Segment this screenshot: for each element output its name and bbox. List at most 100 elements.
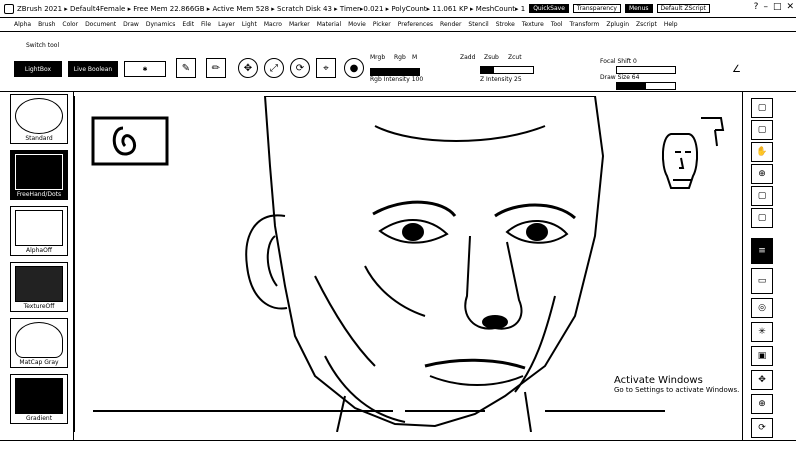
zcut-button[interactable]: Zcut [508,54,522,61]
menu-item[interactable]: Stroke [496,21,515,28]
spotlight-button[interactable]: ✱ [124,61,166,77]
z-intensity-fill [481,67,494,73]
menu-item[interactable]: Render [440,21,461,28]
shelf-item-label: FreeHand/Dots [16,191,62,198]
draw-size-label: Draw Size 64 [600,74,640,81]
aahalf-icon[interactable]: ▢ [751,208,773,228]
persp-icon[interactable]: ≡ [751,238,773,264]
menu-item[interactable]: Material [317,21,341,28]
menu-item[interactable]: Picker [373,21,391,28]
zadd-button[interactable]: Zadd [460,54,475,61]
help-icon[interactable]: ? [754,2,759,12]
rotate-icon[interactable]: ⟳ [751,418,773,438]
menu-item[interactable]: File [201,21,211,28]
activate-windows-watermark: Activate Windows Go to Settings to activ… [614,375,754,394]
menu-item[interactable]: Transform [569,21,599,28]
minimize-icon[interactable]: – [763,2,768,12]
title-bar: ZBrush 2021 ▸ Default4Female ▸ Free Mem … [0,0,796,18]
close-icon[interactable]: ✕ [786,2,794,12]
rgb-intensity-fill [371,69,419,75]
menu-item[interactable]: Preferences [398,21,433,28]
menu-item[interactable]: Help [664,21,678,28]
lightbox-button[interactable]: LightBox [14,61,62,77]
shelf-item-label: AlphaOff [26,247,52,254]
head-model [245,96,605,432]
menu-item[interactable]: Alpha [14,21,31,28]
material-sphere-icon[interactable]: ● [344,58,364,78]
mrgb-button[interactable]: Mrgb [370,54,385,61]
brush-standard-button[interactable]: Standard [10,94,68,144]
switch-tool-label: Switch tool [26,42,60,49]
rgb-intensity-label: Rgb Intensity 100 [370,76,424,83]
head-icon[interactable] [661,117,725,189]
bpr-icon[interactable]: ▢ [751,98,773,118]
texture-off-button[interactable]: TextureOff [10,262,68,312]
alpha-off-button[interactable]: AlphaOff [10,206,68,256]
zoom-icon[interactable]: ⊕ [751,164,773,184]
actual-icon[interactable]: ▢ [751,186,773,206]
menu-item[interactable]: Movie [348,21,366,28]
transparency-button[interactable]: Transparency [572,4,621,13]
menu-item[interactable]: Macro [264,21,282,28]
dynamic-icon[interactable]: ∠ [732,64,741,75]
local-icon[interactable]: ◎ [751,298,773,318]
menu-item[interactable]: Marker [289,21,310,28]
scroll-icon[interactable]: ✋ [751,142,773,162]
texture-icon [15,266,63,302]
menu-item[interactable]: Light [242,21,257,28]
live-boolean-button[interactable]: Live Boolean [68,61,118,77]
scale-mode-icon[interactable]: ⤢ [264,58,284,78]
menu-item[interactable]: Draw [123,21,139,28]
standard-brush-icon [15,98,63,134]
spix-icon[interactable]: ▢ [751,120,773,140]
menu-item[interactable]: Layer [218,21,235,28]
menu-item[interactable]: Document [85,21,116,28]
rgb-intensity-slider[interactable] [370,68,420,76]
quicksave-button[interactable]: QuickSave [529,4,569,13]
maximize-icon[interactable]: □ [773,2,782,12]
menu-item[interactable]: Brush [38,21,55,28]
bottom-bar [0,440,796,450]
zsub-button[interactable]: Zsub [484,54,499,61]
freehand-stroke-icon [15,154,63,190]
frame-icon[interactable]: ▣ [751,346,773,366]
floor-line [93,410,393,412]
material-matcap-button[interactable]: MatCap Gray [10,318,68,368]
focal-shift-slider[interactable] [616,66,676,74]
rotate-mode-icon[interactable]: ⟳ [290,58,310,78]
move-icon[interactable]: ✥ [751,370,773,390]
default-zscript-button[interactable]: Default ZScript [656,4,710,13]
top-shelf: LightBox Live Boolean ✱ ✎ ✏ ✥ ⤢ ⟳ ⌖ ● Mr… [0,52,796,92]
floor-icon[interactable]: ▭ [751,268,773,294]
ear-icon[interactable] [91,116,169,166]
move-mode-icon[interactable]: ✥ [238,58,258,78]
m-button[interactable]: M [412,54,417,61]
menu-item[interactable]: Dynamics [146,21,176,28]
draw-size-slider[interactable] [616,82,676,90]
z-intensity-slider[interactable] [480,66,534,74]
draw-mode-icon[interactable]: ✏ [206,58,226,78]
stroke-freehand-button[interactable]: FreeHand/Dots [10,150,68,200]
menus-button[interactable]: Menus [624,4,653,13]
shelf-item-label: MatCap Gray [19,359,59,366]
gizmo-icon[interactable]: ⌖ [316,58,336,78]
material-icon [15,322,63,358]
menu-item[interactable]: Color [62,21,78,28]
shelf-item-label: Standard [25,135,53,142]
menu-item[interactable]: Tool [551,21,563,28]
menu-item[interactable]: Texture [522,21,544,28]
zoom3d-icon[interactable]: ⊕ [751,394,773,414]
activate-windows-title: Activate Windows [614,375,703,386]
xyz-icon[interactable]: ✳ [751,322,773,342]
gradient-color-button[interactable]: Gradient [10,374,68,424]
rgb-button[interactable]: Rgb [394,54,406,61]
draw-size-fill [617,83,646,89]
edit-mode-icon[interactable]: ✎ [176,58,196,78]
menu-item[interactable]: Zscript [636,21,657,28]
window-title: ZBrush 2021 ▸ Default4Female ▸ Free Mem … [17,4,526,13]
menu-bar: Alpha Brush Color Document Draw Dynamics… [0,18,796,32]
menu-item[interactable]: Zplugin [606,21,629,28]
left-shelf: Standard FreeHand/Dots AlphaOff TextureO… [0,92,74,440]
menu-item[interactable]: Edit [182,21,194,28]
menu-item[interactable]: Stencil [468,21,488,28]
